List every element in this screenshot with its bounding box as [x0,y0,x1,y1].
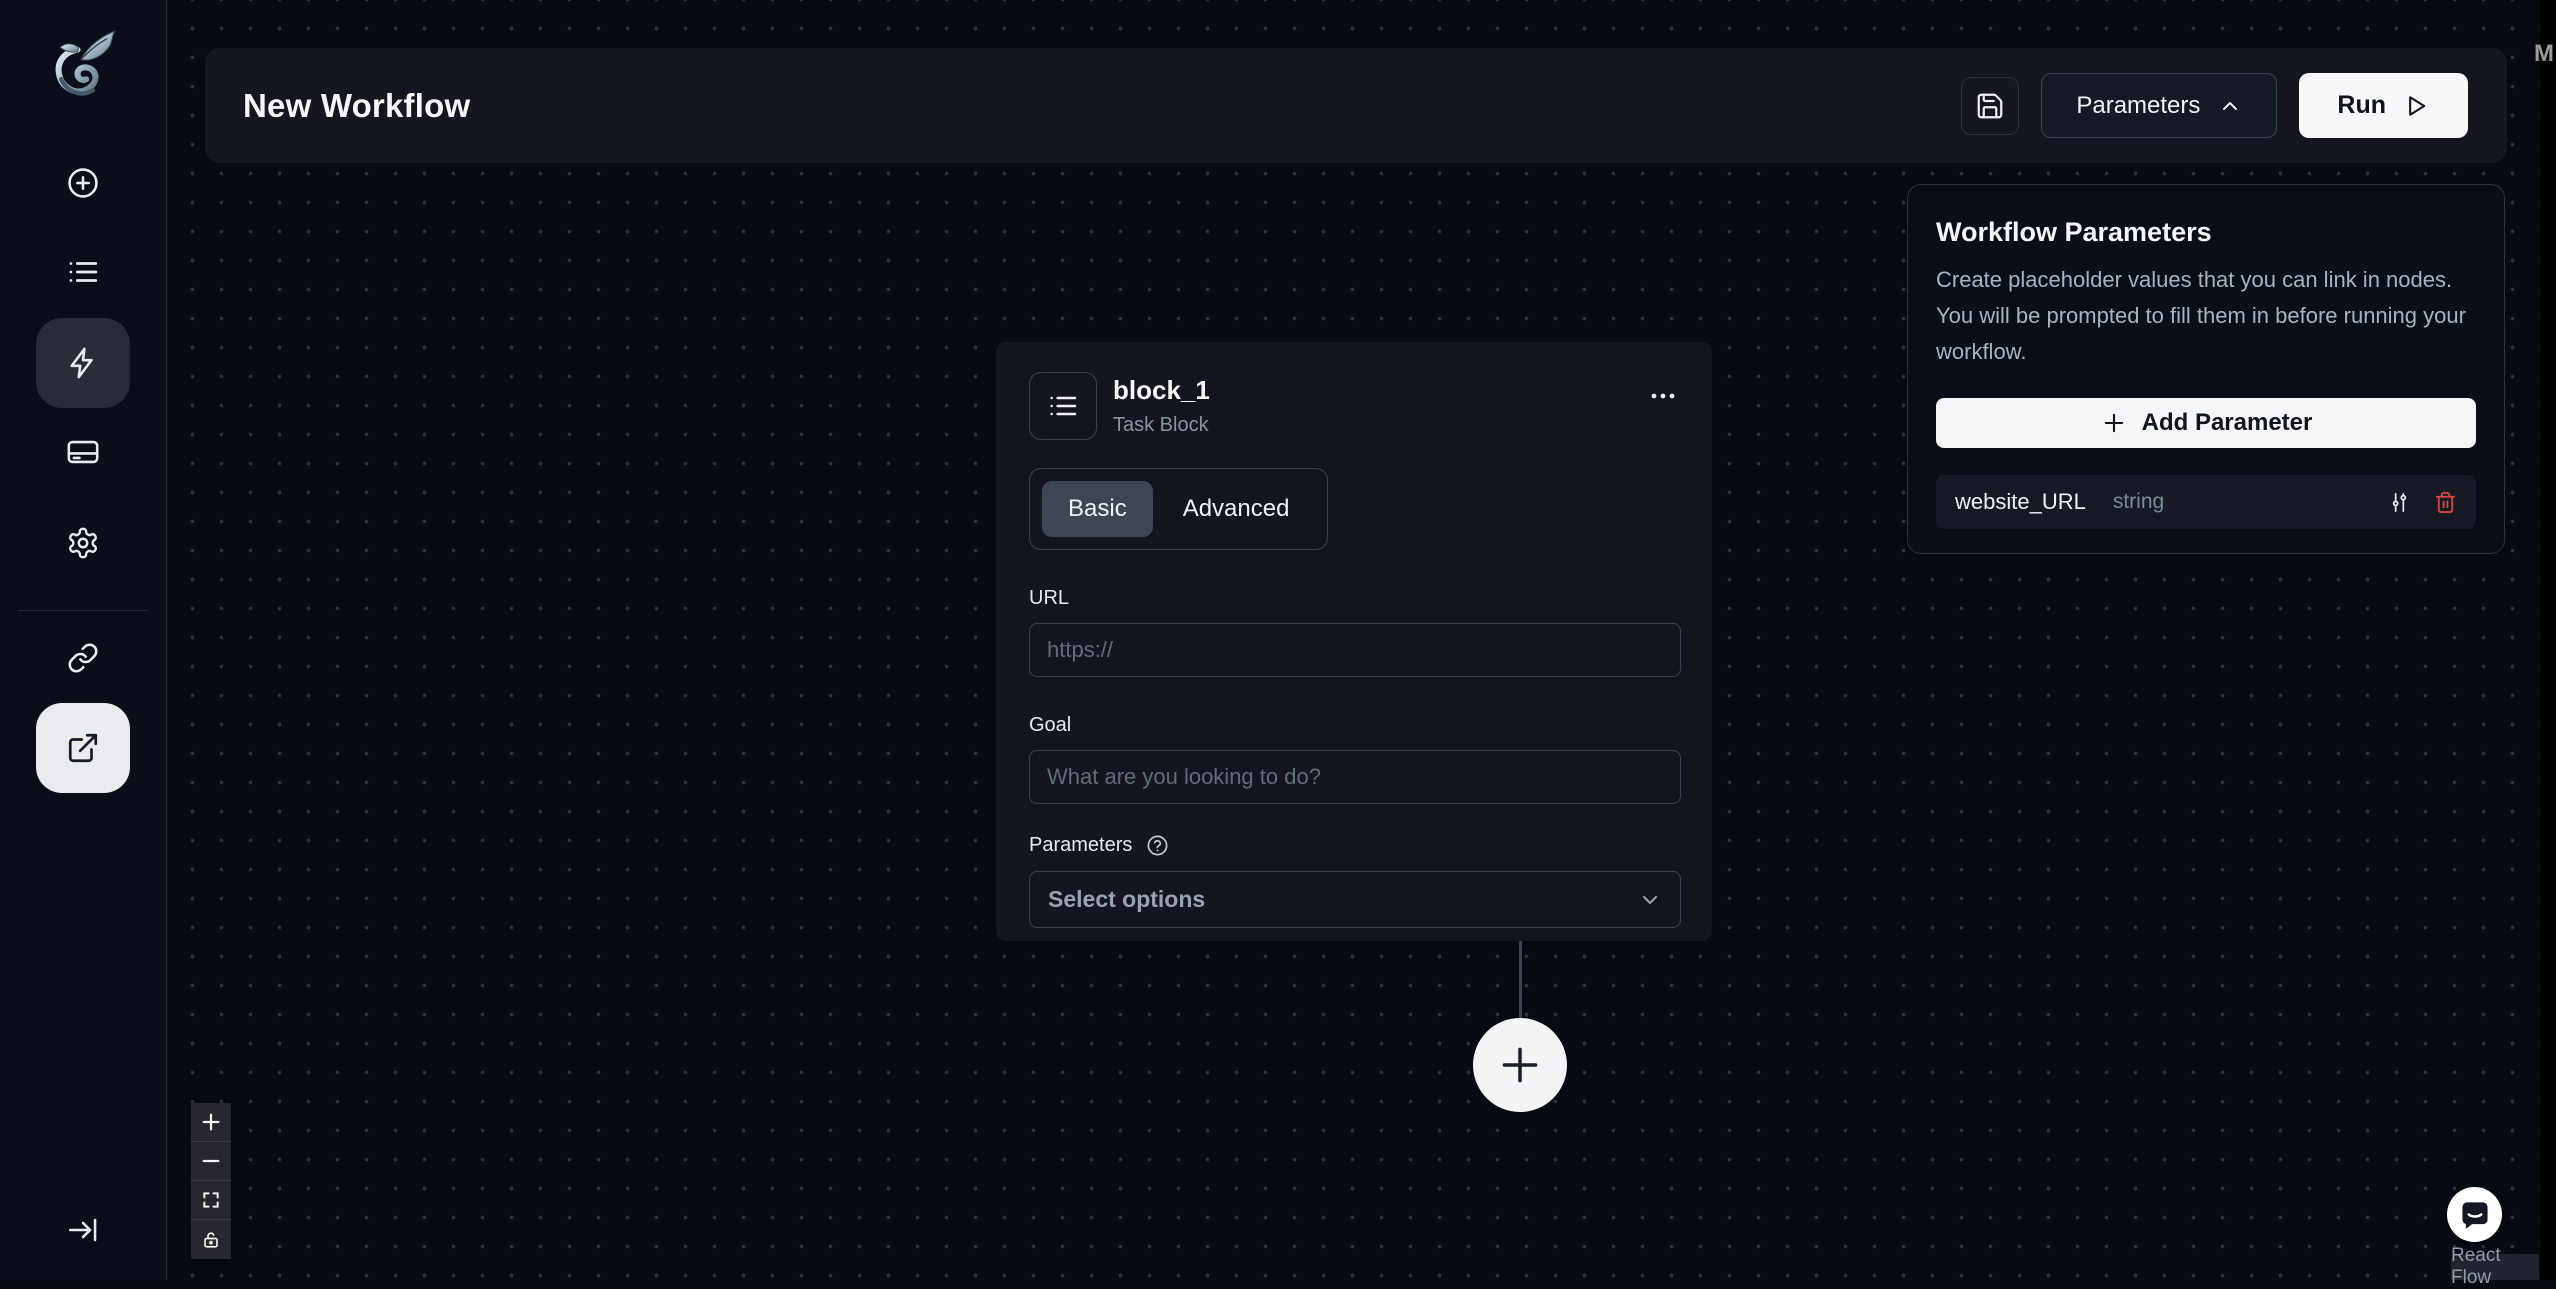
parameters-select-value: Select options [1048,886,1206,912]
trash-icon[interactable] [2434,491,2457,514]
task-block-icon-box [1029,372,1097,440]
fit-view-icon [201,1190,221,1210]
play-icon [2402,92,2430,120]
sidebar-item-open-external[interactable] [36,703,130,793]
sidebar-item-create[interactable] [36,138,130,228]
zoom-out-button[interactable] [191,1142,231,1181]
lock-icon [202,1231,220,1249]
task-block-node[interactable]: block_1 Task Block Basic Advanced URL Go… [996,342,1712,941]
block-type-label: Task Block [1113,414,1209,436]
sidebar-item-integrations[interactable] [36,613,130,703]
url-label: URL [1029,587,1070,609]
flow-controls [191,1103,231,1259]
sidebar-item-billing[interactable] [36,407,130,497]
arrow-to-bar-icon [66,1213,100,1247]
plus-icon [200,1111,222,1133]
block-menu-button[interactable] [1645,372,1681,414]
plus-circle-icon [66,166,100,200]
skyvern-dragon-logo[interactable] [48,24,118,106]
lock-button[interactable] [191,1220,231,1259]
sidebar-collapse-button[interactable] [36,1190,130,1270]
add-parameter-label: Add Parameter [2141,409,2313,436]
screen-edge-text-fragment: M [2534,40,2554,67]
parameter-type: string [2112,490,2165,513]
task-block-header: block_1 Task Block [1029,372,1681,440]
gear-icon [66,526,100,560]
sidebar-item-settings[interactable] [36,498,130,588]
sidebar [0,0,167,1280]
ellipsis-icon [1645,378,1681,414]
sidebar-divider [18,610,148,611]
parameters-toggle-label: Parameters [2076,91,2201,119]
parameters-toggle-button[interactable]: Parameters [2041,73,2278,138]
chevron-down-icon [1638,888,1662,912]
add-block-button[interactable] [1473,1018,1567,1112]
list-icon [1047,390,1079,422]
edge-connector-line [1519,941,1522,1020]
sliders-icon[interactable] [2388,491,2411,514]
run-label: Run [2337,91,2386,119]
parameters-label: Parameters [1029,834,1133,856]
parameter-key: website_URL [1955,489,2086,514]
chat-widget-button[interactable] [2447,1187,2502,1242]
parameters-select[interactable]: Select options [1029,871,1681,928]
minus-icon [200,1150,222,1172]
list-icon [66,255,100,289]
workflow-parameters-description: Create placeholder values that you can l… [1936,267,2466,364]
parameter-row[interactable]: website_URL string [1936,475,2476,529]
page-title: New Workflow [243,86,471,124]
external-link-icon [66,731,100,765]
url-input[interactable] [1029,623,1681,677]
workflow-header-bar: New Workflow Parameters Run [205,48,2507,163]
block-title: block_1 [1113,375,1210,405]
goal-label: Goal [1029,714,1072,736]
chat-bubble-icon [2459,1199,2491,1231]
fit-view-button[interactable] [191,1181,231,1220]
sidebar-item-runs-history[interactable] [36,227,130,317]
react-flow-attribution[interactable]: React Flow [2451,1245,2539,1288]
lightning-icon [66,346,100,380]
workflow-parameters-panel: Workflow Parameters Create placeholder v… [1907,184,2505,554]
tab-basic[interactable]: Basic [1042,481,1153,537]
add-parameter-button[interactable]: Add Parameter [1936,398,2476,448]
save-icon [1975,91,2005,121]
save-button[interactable] [1961,76,2020,135]
workflow-parameters-title: Workflow Parameters [1936,217,2212,247]
link-icon [67,642,99,674]
chevron-up-icon [2218,94,2242,118]
help-circle-icon[interactable] [1146,834,1169,857]
sidebar-item-workflows[interactable] [36,318,130,408]
plus-icon [2100,409,2128,437]
block-mode-tabs: Basic Advanced [1029,468,1329,550]
plus-icon [1495,1040,1545,1090]
run-button[interactable]: Run [2299,73,2468,138]
zoom-in-button[interactable] [191,1103,231,1142]
goal-input[interactable] [1029,750,1681,804]
credit-card-icon [66,435,100,469]
screen-edge-strip [2540,0,2556,1280]
header-actions: Parameters Run [1961,73,2468,138]
tab-advanced[interactable]: Advanced [1157,481,1316,537]
